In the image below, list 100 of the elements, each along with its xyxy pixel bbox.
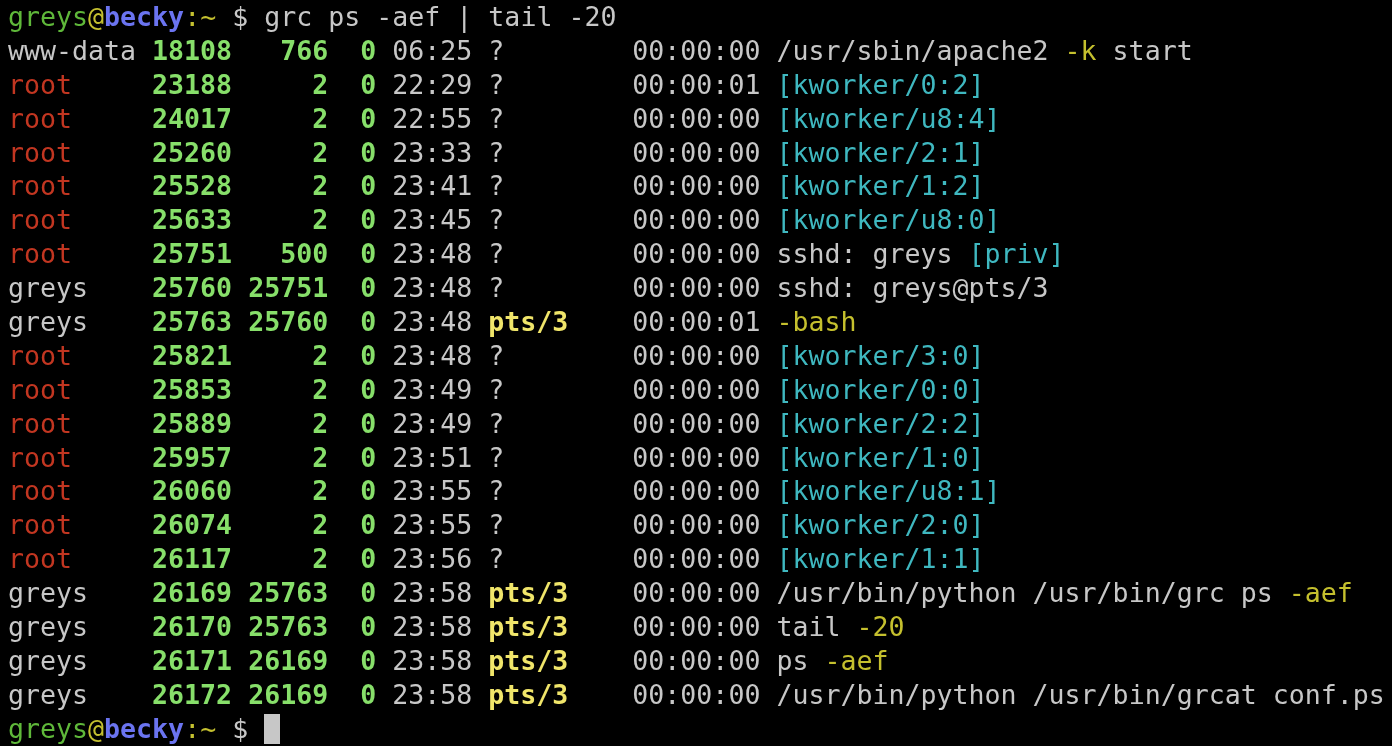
terminal-name: pts/3	[488, 305, 570, 339]
start-time: 23:58	[392, 610, 473, 644]
command-text: [kworker/1:2]	[776, 169, 985, 204]
terminal-name: ?	[488, 169, 506, 204]
start-time: 23:48	[392, 271, 473, 306]
terminal-name: ?	[488, 101, 506, 136]
user-name: root	[8, 67, 74, 102]
cpu-time: 00:00:00	[632, 508, 761, 543]
terminal-name: pts/3	[488, 576, 570, 611]
start-time: 23:41	[392, 169, 473, 204]
shell-prompt: greys@becky:~ $	[8, 0, 249, 34]
terminal-name: ?	[488, 542, 506, 577]
parent-process-id: 25763	[248, 576, 329, 611]
parent-process-id: 2	[311, 169, 329, 204]
parent-process-id: 766	[279, 33, 329, 68]
user-name: root	[8, 372, 74, 407]
user-name: root	[8, 101, 74, 136]
start-time: 23:33	[392, 135, 473, 170]
start-time: 23:58	[392, 576, 473, 611]
start-time: 22:29	[392, 67, 473, 102]
command-text: ps -aef	[776, 643, 889, 678]
start-time: 23:48	[392, 338, 473, 373]
process-id: 26169	[152, 576, 233, 611]
cpu-value: 0	[359, 135, 377, 170]
parent-process-id: 500	[279, 237, 329, 272]
user-name: www-data	[8, 33, 137, 68]
cpu-time: 00:00:00	[632, 203, 761, 238]
cpu-value: 0	[359, 338, 377, 373]
cpu-value: 0	[359, 542, 377, 577]
cpu-time: 00:00:00	[632, 135, 761, 170]
process-id: 25260	[152, 135, 233, 170]
start-time: 23:45	[392, 203, 473, 238]
parent-process-id: 2	[311, 135, 329, 170]
cpu-time: 00:00:00	[632, 33, 761, 68]
parent-process-id: 2	[311, 338, 329, 373]
command-text: /usr/sbin/apache2 -k start	[776, 33, 1193, 68]
terminal-name: ?	[488, 372, 506, 407]
cpu-value: 0	[359, 508, 377, 543]
cpu-time: 00:00:00	[632, 372, 761, 407]
cpu-value: 0	[359, 677, 377, 712]
process-id: 26074	[152, 508, 233, 543]
command-text: [kworker/0:0]	[776, 372, 985, 407]
cpu-value: 0	[359, 576, 377, 611]
cpu-time: 00:00:00	[632, 440, 761, 475]
cpu-time: 00:00:00	[632, 271, 761, 306]
terminal-name: ?	[488, 271, 506, 306]
start-time: 23:55	[392, 508, 473, 543]
parent-process-id: 2	[311, 406, 329, 441]
parent-process-id: 2	[311, 440, 329, 475]
command-text: sshd: greys@pts/3	[776, 271, 1049, 306]
process-id: 25957	[152, 440, 233, 475]
parent-process-id: 2	[311, 67, 329, 102]
process-id: 25763	[152, 305, 233, 339]
command-text: [kworker/3:0]	[776, 338, 985, 373]
parent-process-id: 2	[311, 101, 329, 136]
terminal-name: ?	[488, 67, 506, 102]
cpu-time: 00:00:00	[632, 169, 761, 204]
process-id: 25751	[152, 237, 233, 272]
user-name: greys	[8, 677, 90, 712]
terminal-name: pts/3	[488, 677, 570, 712]
process-id: 24017	[152, 101, 233, 136]
user-name: root	[8, 508, 74, 543]
cpu-value: 0	[359, 440, 377, 475]
terminal-name: ?	[488, 406, 506, 441]
start-time: 22:55	[392, 101, 473, 136]
cpu-value: 0	[359, 33, 377, 68]
cpu-value: 0	[359, 271, 377, 306]
cpu-value: 0	[359, 474, 377, 509]
start-time: 23:55	[392, 474, 473, 509]
command-text: [kworker/u8:0]	[776, 203, 1001, 238]
process-id: 26172	[152, 677, 233, 712]
parent-process-id: 2	[311, 203, 329, 238]
process-id: 26060	[152, 474, 233, 509]
cpu-time: 00:00:00	[632, 338, 761, 373]
command-text: -bash	[776, 305, 857, 339]
cpu-time: 00:00:00	[632, 406, 761, 441]
command-text: [kworker/2:1]	[776, 135, 985, 170]
cpu-time: 00:00:01	[632, 67, 761, 102]
start-time: 06:25	[392, 33, 473, 68]
start-time: 23:49	[392, 372, 473, 407]
start-time: 23:51	[392, 440, 473, 475]
user-name: root	[8, 203, 74, 238]
parent-process-id: 25763	[248, 610, 329, 644]
user-name: root	[8, 338, 74, 373]
terminal-name: ?	[488, 33, 506, 68]
terminal-name: ?	[488, 237, 506, 272]
cpu-value: 0	[359, 67, 377, 102]
terminal-name: ?	[488, 440, 506, 475]
cpu-time: 00:00:00	[632, 474, 761, 509]
parent-process-id: 26169	[248, 643, 329, 678]
start-time: 23:48	[392, 305, 473, 339]
process-id: 25528	[152, 169, 233, 204]
command-text: tail -20	[776, 610, 905, 644]
cpu-value: 0	[359, 610, 377, 644]
process-id: 25821	[152, 338, 233, 373]
process-id: 25760	[152, 271, 233, 306]
command-text: [kworker/1:1]	[776, 542, 985, 577]
user-name: greys	[8, 305, 90, 339]
start-time: 23:56	[392, 542, 473, 577]
command-text: /usr/bin/python /usr/bin/grc ps -aef	[776, 576, 1353, 611]
